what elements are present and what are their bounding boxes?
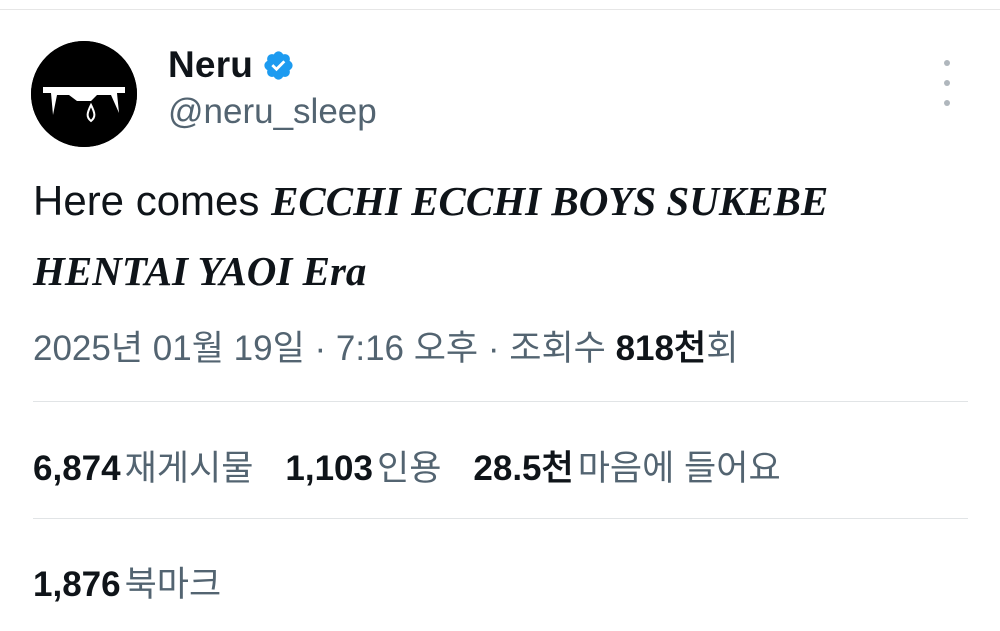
views-suffix: 회 bbox=[706, 329, 739, 368]
tweet-text: Here comes ECCHI ECCHI BOYS SUKEBE HENTA… bbox=[33, 166, 963, 306]
avatar-drip-icon bbox=[31, 41, 137, 147]
tweet-time[interactable]: 7:16 오후 bbox=[336, 329, 478, 368]
likes-label: 마음에 들어요 bbox=[577, 449, 781, 488]
views-count: 818천 bbox=[615, 329, 707, 368]
bookmarks-count: 1,876 bbox=[33, 565, 121, 604]
author-handle[interactable]: @neru_sleep bbox=[168, 92, 377, 132]
bookmarks-label: 북마크 bbox=[124, 565, 222, 604]
bookmarks-stat[interactable]: 1,876 북마크 bbox=[33, 556, 221, 607]
verified-badge-icon bbox=[262, 49, 295, 82]
quotes-count: 1,103 bbox=[285, 449, 373, 488]
quotes-stat[interactable]: 1,103 인용 bbox=[285, 440, 441, 491]
meta-separator: · bbox=[304, 329, 336, 368]
divider bbox=[33, 401, 968, 402]
reposts-stat[interactable]: 6,874 재게시물 bbox=[33, 440, 253, 491]
author-display-name[interactable]: Neru bbox=[168, 44, 253, 86]
tweet-text-plain: Here comes bbox=[33, 177, 260, 224]
more-dot bbox=[944, 80, 950, 86]
author-name-row: Neru bbox=[168, 44, 295, 86]
engagement-stats: 6,874 재게시물 1,103 인용 28.5천 마음에 들어요 bbox=[33, 440, 813, 491]
more-options-icon[interactable] bbox=[934, 60, 960, 106]
views-label: 조회수 bbox=[509, 329, 606, 368]
likes-count: 28.5천 bbox=[473, 449, 574, 488]
reposts-label: 재게시물 bbox=[124, 449, 254, 488]
top-divider bbox=[0, 9, 1000, 10]
more-dot bbox=[944, 100, 950, 106]
more-dot bbox=[944, 60, 950, 66]
tweet-date[interactable]: 2025년 01월 19일 bbox=[33, 329, 305, 368]
quotes-label: 인용 bbox=[377, 449, 442, 488]
reposts-count: 6,874 bbox=[33, 449, 121, 488]
divider bbox=[33, 518, 968, 519]
tweet-meta: 2025년 01월 19일 · 7:16 오후 · 조회수 818천회 bbox=[33, 320, 738, 371]
likes-stat[interactable]: 28.5천 마음에 들어요 bbox=[473, 440, 780, 491]
meta-separator: · bbox=[478, 329, 510, 368]
avatar[interactable] bbox=[31, 41, 137, 147]
